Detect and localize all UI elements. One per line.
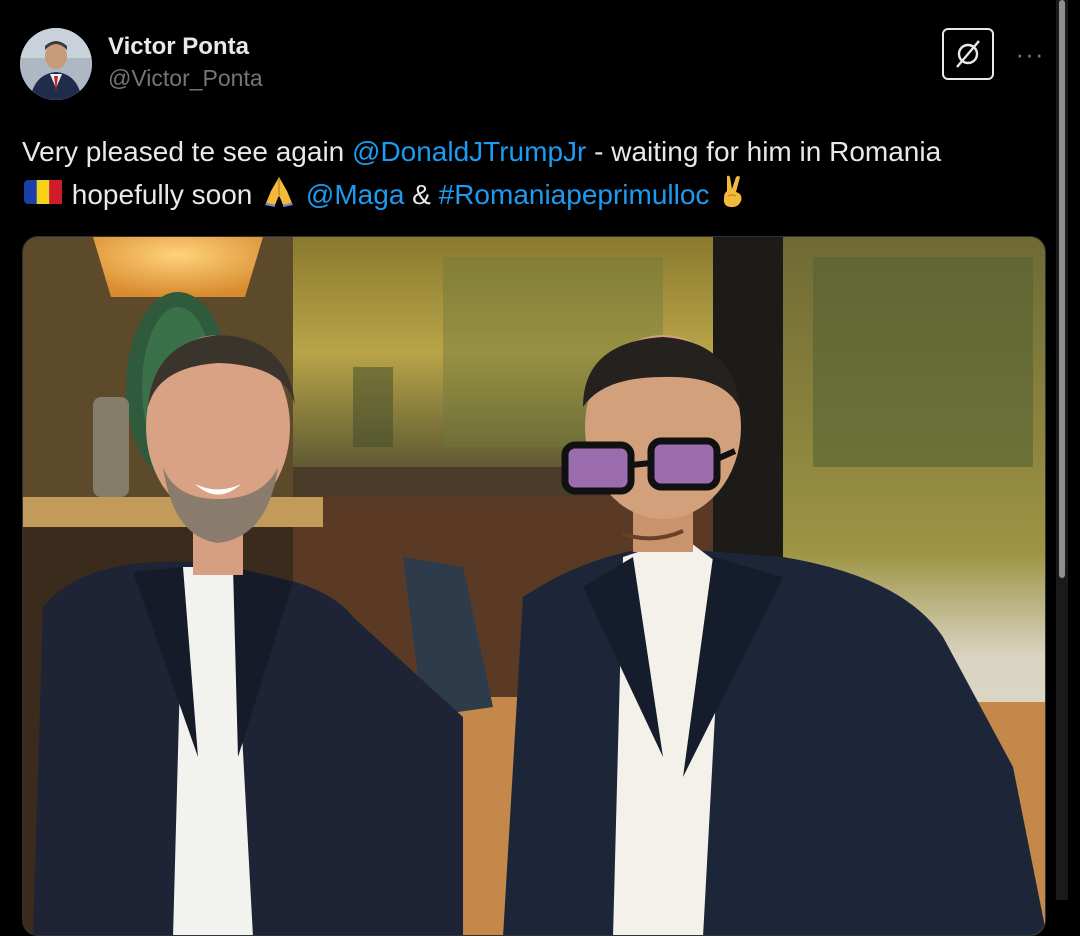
scrollbar[interactable] [1056,0,1068,900]
user-handle[interactable]: @Victor_Ponta [108,62,263,94]
mention-maga[interactable]: @Maga [306,179,404,210]
more-options-button[interactable]: ··· [1010,36,1050,72]
tweet-text-hopefully: hopefully soon [64,179,261,210]
photo-image [23,237,1045,935]
scrollbar-thumb[interactable] [1059,0,1065,578]
mention-donaldjtrumpjr[interactable]: @DonaldJTrumpJr [352,136,586,167]
tweet-line-1: Very pleased te see again @DonaldJTrumpJ… [22,130,1052,173]
avatar-image [20,28,92,100]
display-name[interactable]: Victor Ponta [108,32,263,62]
tweet-text-prefix: Very pleased te see again [22,136,353,167]
avatar[interactable] [20,28,92,100]
grok-icon [956,40,980,68]
romania-flag-emoji [24,175,62,218]
tweet-text-suffix: - waiting for him in Romania [586,136,942,167]
folded-hands-emoji [262,175,296,219]
victory-hand-emoji [719,174,747,220]
tweet-text: Very pleased te see again @DonaldJTrumpJ… [22,130,1052,220]
author-block[interactable]: Victor Ponta @Victor_Ponta [108,32,263,94]
more-icon: ··· [1015,38,1045,69]
hashtag-romaniapeprimulloc[interactable]: #Romaniapeprimulloc [439,179,710,210]
grok-button[interactable] [942,28,994,80]
tweet-header: Victor Ponta @Victor_Ponta ··· [20,28,1050,104]
tweet-photo[interactable] [22,236,1046,936]
tweet-text-ampersand: & [404,179,439,210]
tweet-line-2: hopefully soon @Maga & #Romaniapeprimull… [22,173,1052,220]
tweet-card: Victor Ponta @Victor_Ponta ··· Very plea… [0,0,1068,936]
